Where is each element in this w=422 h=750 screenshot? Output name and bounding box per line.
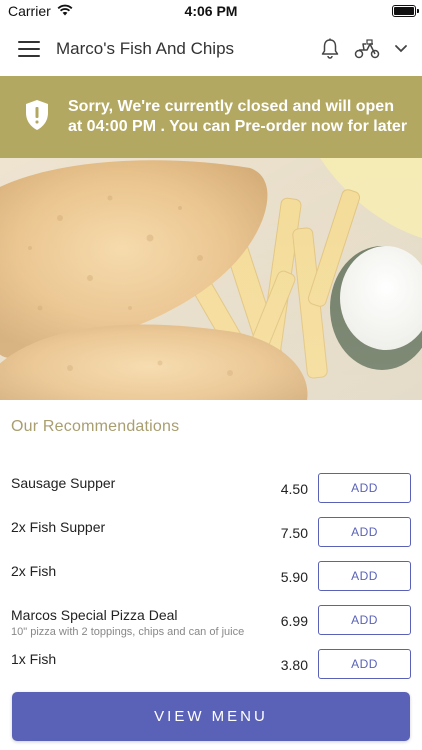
item-name: 2x Fish Supper: [11, 519, 106, 535]
closed-notice-banner: Sorry, We're currently closed and will o…: [0, 76, 422, 158]
list-item: Marcos Special Pizza Deal 10" pizza with…: [0, 604, 422, 648]
menu-icon[interactable]: [18, 41, 40, 57]
list-item: 2x Fish 5.90 ADD: [0, 560, 422, 604]
carrier-label: Carrier: [8, 3, 51, 19]
add-button[interactable]: ADD: [318, 517, 411, 547]
restaurant-title: Marco's Fish And Chips: [56, 39, 235, 58]
hero-image: [0, 158, 422, 400]
item-price: 6.99: [280, 613, 308, 629]
bell-icon[interactable]: [320, 38, 340, 60]
scooter-icon[interactable]: [354, 39, 380, 59]
item-price: 3.80: [280, 657, 308, 673]
item-name: 2x Fish: [11, 563, 57, 579]
item-price: 4.50: [280, 481, 308, 497]
recommendations-list: Sausage Supper 4.50 ADD 2x Fish Supper 7…: [0, 472, 422, 692]
chevron-down-icon[interactable]: [394, 44, 408, 54]
recommendations-heading: Our Recommendations: [11, 418, 180, 435]
status-left: Carrier: [8, 3, 73, 19]
view-menu-button[interactable]: VIEW MENU: [12, 692, 410, 741]
item-name: Marcos Special Pizza Deal: [11, 607, 178, 623]
item-description: 10" pizza with 2 toppings, chips and can…: [11, 626, 245, 638]
item-name: Sausage Supper: [11, 475, 116, 491]
list-item: 2x Fish Supper 7.50 ADD: [0, 516, 422, 560]
item-price: 5.90: [280, 569, 308, 585]
add-button[interactable]: ADD: [318, 649, 411, 679]
add-button[interactable]: ADD: [318, 561, 411, 591]
list-item: 1x Fish 3.80 ADD: [0, 648, 422, 692]
add-button[interactable]: ADD: [318, 605, 411, 635]
item-price: 7.50: [280, 525, 308, 541]
battery-icon: [392, 5, 419, 17]
status-bar: Carrier 4:06 PM: [0, 0, 422, 22]
nav-actions: [320, 38, 408, 60]
add-button[interactable]: ADD: [318, 473, 411, 503]
closed-message: Sorry, We're currently closed and will o…: [68, 98, 408, 135]
list-item: Sausage Supper 4.50 ADD: [0, 472, 422, 516]
top-nav-bar: Marco's Fish And Chips: [0, 22, 422, 76]
item-name: 1x Fish: [11, 651, 57, 667]
shield-alert-icon: [24, 99, 52, 136]
wifi-icon: [57, 3, 73, 19]
